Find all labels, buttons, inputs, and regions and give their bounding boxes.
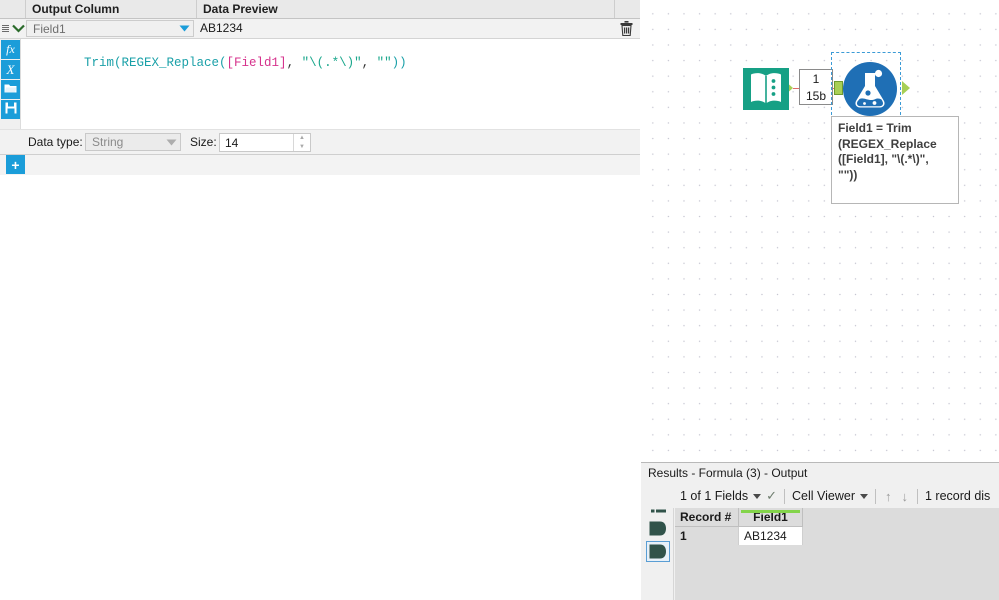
text-input-tool[interactable] (739, 62, 793, 116)
column-header-record[interactable]: Record # (675, 508, 739, 527)
drag-grip-icon[interactable] (0, 19, 10, 38)
alteryx-designer-window: Output Column Data Preview Field1 AB1234… (0, 0, 999, 600)
variables-button[interactable]: X (1, 60, 20, 79)
check-icon[interactable]: ✓ (766, 488, 777, 504)
trash-icon[interactable] (612, 19, 640, 38)
results-panel: Results - Formula (3) - Output •••• (641, 462, 999, 600)
column-header-field1[interactable]: Field1 (739, 508, 803, 527)
scroll-up-icon[interactable]: ↑ (880, 489, 897, 504)
save-expression-button[interactable] (1, 100, 20, 119)
expr-token-5: "" (376, 56, 392, 70)
toolbar-divider (875, 488, 876, 504)
output-column-value: Field1 (33, 21, 66, 36)
formula-expression-row: Field1 AB1234 (0, 19, 640, 39)
data-type-label: Data type: (28, 135, 83, 149)
expression-input[interactable]: Trim(REGEX_Replace([Field1], "\(.*\)", "… (22, 39, 640, 129)
size-stepper[interactable]: 14 ▲ ▼ (219, 133, 311, 152)
config-empty-area (0, 175, 640, 600)
data-type-row: Data type: String Size: 14 ▲ ▼ (0, 129, 640, 155)
fields-selector-label: 1 of 1 Fields (680, 489, 749, 503)
chevron-down-icon (860, 493, 868, 499)
dropdown-arrow-icon (162, 139, 180, 146)
expr-token-4: , (361, 56, 377, 70)
chevron-down-icon[interactable] (10, 19, 26, 38)
header-actions (615, 0, 640, 18)
size-value: 14 (225, 135, 239, 150)
viewer-selector-label: Cell Viewer (792, 489, 855, 503)
fx-icon: fx (6, 42, 15, 56)
expression-editor-area: fx X Trim(REGEX_Replace([Field1], "\(.*\… (0, 39, 640, 129)
cell-record-number: 1 (675, 527, 739, 545)
spinner-up-icon[interactable]: ▲ (294, 134, 310, 143)
viewer-selector[interactable]: Cell Viewer (789, 484, 871, 508)
add-formula-row: + (0, 155, 640, 175)
results-toolbar: 1 of 1 Fields ✓ Cell Viewer ↑ ↓ 1 record… (641, 484, 999, 508)
connection-record-label[interactable]: 1 15b (799, 69, 833, 105)
scroll-down-icon[interactable]: ↓ (897, 489, 914, 504)
output-column-select[interactable]: Field1 (26, 20, 194, 37)
results-grid-header: Record # Field1 (675, 508, 999, 527)
functions-button[interactable]: fx (1, 40, 20, 59)
cell-field1[interactable]: AB1234 (739, 527, 803, 545)
data-type-value: String (92, 135, 124, 149)
formula-output-port[interactable] (902, 81, 910, 95)
formula-tool[interactable] (839, 58, 901, 120)
save-icon (5, 102, 17, 117)
spinner-down-icon[interactable]: ▼ (294, 143, 310, 152)
formula-tool-annotation: Field1 = Trim (REGEX_Replace ([Field1], … (831, 116, 959, 204)
connection-record-size: 15b (805, 89, 827, 103)
folder-icon (4, 83, 17, 97)
variable-x-icon: X (6, 61, 15, 77)
header-spacer (0, 0, 26, 18)
book-icon (743, 68, 789, 110)
toolbar-divider (917, 488, 918, 504)
input-anchor-icon[interactable] (646, 518, 670, 539)
results-grid-empty-area (675, 545, 999, 600)
size-spinner-buttons[interactable]: ▲ ▼ (293, 134, 310, 151)
expression-toolbar: fx X (0, 39, 21, 129)
dropdown-arrow-icon (175, 25, 193, 32)
data-preview-value: AB1234 (200, 21, 243, 35)
workflow-canvas[interactable]: 1 15b Field1 = Trim (REGEX_Replace ([Fie… (641, 0, 999, 461)
expr-token-2: , (286, 56, 302, 70)
output-anchor-icon[interactable] (646, 541, 670, 562)
header-output-column: Output Column (26, 0, 197, 18)
results-grid[interactable]: Record # Field1 1 AB1234 (675, 508, 999, 600)
expr-token-3: "\(.*\)" (301, 56, 362, 70)
results-title: Results - Formula (3) - Output (641, 463, 999, 484)
data-type-select[interactable]: String (85, 133, 181, 151)
plus-icon: + (11, 156, 20, 173)
toolbar-divider (784, 488, 785, 504)
size-label: Size: (190, 135, 217, 149)
formula-configuration-panel: Output Column Data Preview Field1 AB1234… (0, 0, 640, 600)
config-header-row: Output Column Data Preview (0, 0, 640, 19)
record-count-label: 1 record dis (925, 489, 991, 503)
add-button[interactable]: + (6, 155, 25, 174)
flask-icon (843, 62, 897, 116)
expr-token-1: [Field1] (226, 56, 287, 70)
connection-record-count: 1 (812, 72, 820, 86)
header-data-preview: Data Preview (197, 0, 615, 18)
open-expression-button[interactable] (1, 80, 20, 99)
expr-token-6: )) (391, 56, 407, 70)
expr-token-0: Trim(REGEX_Replace( (84, 56, 227, 70)
chevron-down-icon (753, 493, 762, 499)
fields-selector[interactable]: 1 of 1 Fields ✓ (677, 484, 780, 508)
table-row[interactable]: 1 AB1234 (675, 527, 999, 545)
